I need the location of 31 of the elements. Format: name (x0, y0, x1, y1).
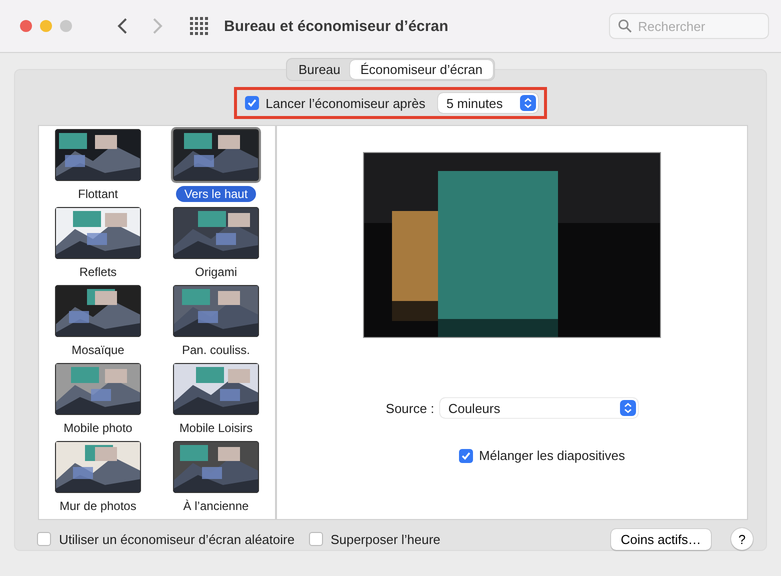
checkbox-label: Lancer l’économiseur après (266, 96, 426, 110)
screensaver-label: Mosaïque (70, 342, 126, 358)
source-label: Source : (386, 400, 434, 416)
close-button[interactable] (20, 20, 32, 32)
screensaver-label: Flottant (76, 186, 120, 202)
stepper-icon (620, 400, 636, 416)
screensaver-label: Origami (194, 264, 238, 280)
source-dropdown[interactable]: Couleurs (440, 398, 638, 418)
checkbox-label: Superposer l’heure (330, 532, 440, 546)
screensaver-label: Reflets (78, 264, 118, 280)
window-title: Bureau et économiseur d’écran (224, 18, 448, 34)
hot-corners-button[interactable]: Coins actifs… (610, 528, 711, 550)
checkbox[interactable] (244, 96, 259, 110)
help-button[interactable]: ? (731, 528, 753, 550)
tab[interactable]: Bureau (288, 60, 350, 79)
grid-icon[interactable] (190, 17, 208, 35)
checkbox[interactable] (308, 532, 323, 546)
checkbox[interactable] (37, 532, 51, 546)
checkbox[interactable] (459, 448, 474, 462)
stepper-icon (520, 95, 536, 111)
screensaver-label: Mobile Loisirs (178, 420, 254, 436)
screensaver-label: Mur de photos (58, 498, 138, 514)
screensaver-label: Mobile photo (62, 420, 134, 436)
screensaver-label: Pan. couliss. (180, 342, 252, 358)
checkbox-label: Utiliser un économiseur d’écran aléatoire (59, 532, 295, 546)
screensaver-label: Vers le haut (176, 186, 256, 202)
screensaver-label: À l’ancienne (182, 498, 250, 514)
checkbox-label: Mélanger les diapositives (479, 448, 625, 463)
search-field[interactable]: Rechercher (609, 13, 769, 39)
tab[interactable]: Économiseur d’écran (350, 60, 493, 79)
delay-dropdown[interactable]: 5 minutes (438, 93, 538, 113)
